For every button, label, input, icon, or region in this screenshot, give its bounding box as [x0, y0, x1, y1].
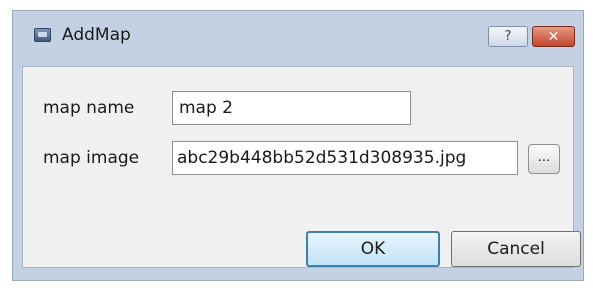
- map-name-input[interactable]: [172, 91, 411, 125]
- title-bar[interactable]: AddMap ? ✕: [13, 11, 583, 57]
- map-name-label: map name: [43, 98, 135, 118]
- dialog-body: map name map image ... OK Cancel: [22, 66, 581, 268]
- dialog-title: AddMap: [62, 25, 131, 45]
- cancel-button[interactable]: Cancel: [451, 231, 581, 267]
- browse-button[interactable]: ...: [528, 144, 560, 174]
- help-icon: ?: [504, 29, 512, 44]
- ok-button[interactable]: OK: [306, 231, 440, 267]
- close-button[interactable]: ✕: [532, 26, 575, 47]
- map-image-label: map image: [43, 148, 140, 168]
- map-image-input[interactable]: [172, 141, 518, 175]
- close-icon: ✕: [547, 28, 560, 45]
- addmap-dialog: AddMap ? ✕ map name map image ... OK Can…: [12, 10, 584, 281]
- map-app-icon: [34, 28, 51, 42]
- help-button[interactable]: ?: [488, 26, 528, 47]
